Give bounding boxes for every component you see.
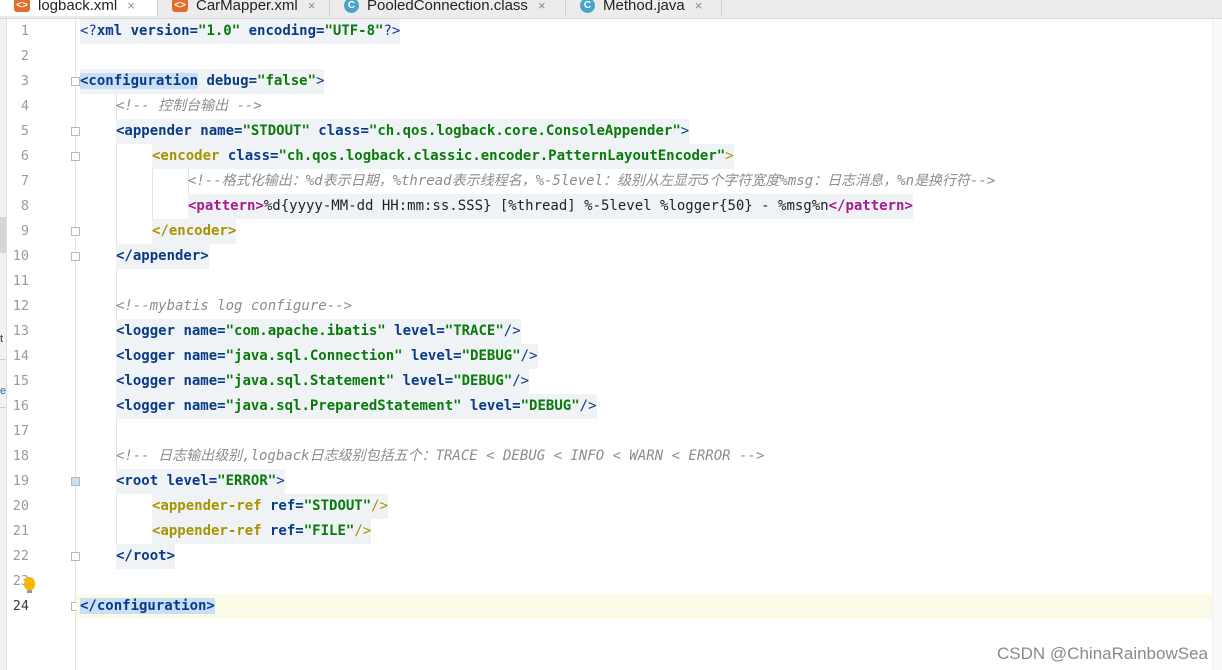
tab-method-java[interactable]: C Method.java ×: [566, 0, 722, 16]
vertical-scrollbar[interactable]: [1212, 19, 1222, 670]
code-editor[interactable]: <?xml version="1.0" encoding="UTF-8"?> <…: [76, 19, 1222, 670]
line-number: 4: [20, 98, 29, 114]
line-number: 24: [12, 598, 29, 614]
close-icon[interactable]: ×: [695, 0, 703, 13]
code-line-22: </root>: [116, 544, 176, 569]
watermark: CSDN @ChinaRainbowSea: [997, 644, 1208, 663]
code-line-18: <!-- 日志输出级别,logback日志级别包括五个：TRACE < DEBU…: [116, 448, 765, 464]
line-number: 20: [12, 498, 29, 514]
divider: [0, 359, 6, 360]
line-number: 15: [12, 373, 29, 389]
line-number: 5: [20, 123, 29, 139]
tab-logback-xml[interactable]: <> logback.xml ×: [0, 0, 158, 16]
divider: [0, 407, 6, 408]
code-line-5: <appender name="STDOUT" class="ch.qos.lo…: [116, 119, 690, 144]
close-icon[interactable]: ×: [127, 0, 135, 13]
code-line-24: </configuration>: [80, 598, 215, 614]
tab-label: CarMapper.xml: [196, 0, 298, 14]
lightbulb-icon[interactable]: [24, 577, 35, 593]
project-panel-edge: t e: [0, 19, 7, 670]
code-line-21: <appender-ref ref="FILE"/>: [152, 519, 372, 544]
line-number: 6: [20, 148, 29, 164]
line-number: 3: [20, 73, 29, 89]
xml-file-icon: <>: [14, 0, 30, 12]
class-file-icon: C: [344, 0, 359, 13]
code-line-3: <configuration debug="false">: [80, 69, 325, 94]
close-icon[interactable]: ×: [538, 0, 546, 13]
line-number: 16: [12, 398, 29, 414]
code-line-7: <!--格式化输出：%d表示日期，%thread表示线程名，%-5level：级…: [188, 173, 996, 189]
code-line-10: </appender>: [116, 244, 209, 269]
code-line-16: <logger name="java.sql.PreparedStatement…: [116, 394, 597, 419]
line-number: 9: [20, 223, 29, 239]
tab-carmapper-xml[interactable]: <> CarMapper.xml ×: [158, 0, 330, 16]
line-number-gutter: 1 2 3 4 5 6 7 8 9 10 11 12 13 14 15 16 17 18 19 20 21 22 23 24: [7, 19, 80, 670]
line-number: 11: [12, 273, 29, 289]
tab-label: logback.xml: [38, 0, 118, 14]
tab-pooledconnection-class[interactable]: C PooledConnection.class ×: [330, 0, 566, 16]
line-number: 8: [20, 198, 29, 214]
line-number: 14: [12, 348, 29, 364]
line-number: 12: [12, 298, 29, 314]
class-file-icon: C: [580, 0, 595, 13]
code-line-1: <?xml version="1.0" encoding="UTF-8"?>: [80, 19, 401, 44]
line-number: 7: [20, 173, 29, 189]
line-number: 21: [12, 523, 29, 539]
code-line-6: <encoder class="ch.qos.logback.classic.e…: [152, 144, 734, 169]
tab-label: Method.java: [603, 0, 685, 14]
line-number: 13: [12, 323, 29, 339]
code-line-15: <logger name="java.sql.Statement" level=…: [116, 369, 530, 394]
line-number: 18: [12, 448, 29, 464]
code-line-14: <logger name="java.sql.Connection" level…: [116, 344, 538, 369]
code-line-8: <pattern>%d{yyyy-MM-dd HH:mm:ss.SSS} [%t…: [188, 194, 913, 219]
line-number: 22: [12, 548, 29, 564]
line-number: 10: [12, 248, 29, 264]
panel-selection-mark: [0, 217, 6, 253]
panel-text-fragment: e: [0, 385, 7, 397]
code-line-9: </encoder>: [152, 219, 237, 244]
current-line-highlight: [76, 594, 1222, 619]
code-line-19: <root level="ERROR">: [116, 469, 285, 494]
code-line-20: <appender-ref ref="STDOUT"/>: [152, 494, 389, 519]
code-line-4: <!-- 控制台输出 -->: [116, 98, 262, 114]
code-line-12: <!--mybatis log configure-->: [116, 298, 353, 314]
line-number: 2: [20, 48, 29, 64]
editor-tab-bar: <> logback.xml × <> CarMapper.xml × C Po…: [0, 0, 1222, 19]
line-number: 19: [12, 473, 29, 489]
xml-file-icon: <>: [172, 0, 188, 12]
tab-label: PooledConnection.class: [367, 0, 528, 14]
close-icon[interactable]: ×: [308, 0, 316, 13]
line-number: 17: [12, 423, 29, 439]
code-line-13: <logger name="com.apache.ibatis" level="…: [116, 319, 521, 344]
panel-text-fragment: t: [0, 333, 4, 345]
line-number: 1: [20, 23, 29, 39]
